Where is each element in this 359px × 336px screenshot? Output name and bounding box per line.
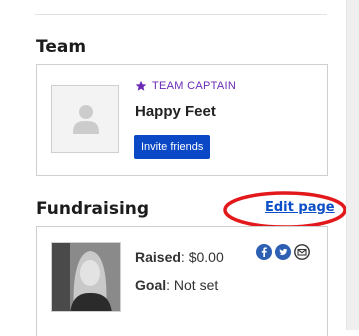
fundraising-heading: Fundraising — [36, 199, 150, 219]
goal-value: Not set — [173, 277, 219, 293]
team-captain-badge: TEAM CAPTAIN — [135, 80, 236, 92]
raised-label: Raised — [135, 249, 181, 265]
section-divider — [35, 14, 327, 15]
scrollbar[interactable] — [346, 0, 359, 330]
twitter-icon[interactable] — [275, 244, 291, 260]
team-avatar — [51, 85, 119, 153]
profile-photo — [51, 242, 121, 312]
team-card: TEAM CAPTAIN Happy Feet Invite friends — [36, 64, 328, 176]
team-captain-label: TEAM CAPTAIN — [152, 80, 237, 92]
raised-stat: Raised: $0.00 — [135, 249, 224, 265]
share-icons — [256, 244, 310, 260]
goal-stat: Goal: Not set — [135, 277, 219, 293]
team-heading: Team — [36, 37, 87, 57]
star-icon — [135, 80, 147, 91]
facebook-icon[interactable] — [256, 244, 272, 260]
fundraising-card: Raised: $0.00 Goal: Not set — [36, 226, 328, 336]
goal-label: Goal — [135, 277, 167, 293]
invite-friends-button[interactable]: Invite friends — [134, 135, 211, 159]
raised-value: $0.00 — [188, 249, 224, 265]
user-placeholder-icon — [73, 105, 99, 134]
team-name: Happy Feet — [135, 103, 216, 120]
email-icon[interactable] — [294, 244, 310, 260]
edit-page-link[interactable]: Edit page — [265, 200, 335, 215]
